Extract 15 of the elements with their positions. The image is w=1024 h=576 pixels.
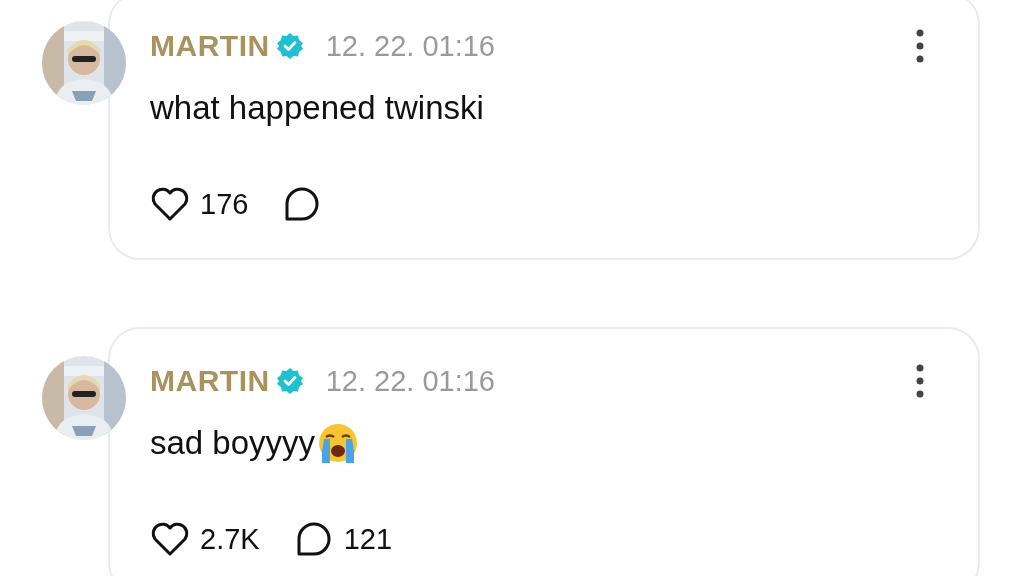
comment-icon[interactable]	[284, 186, 321, 222]
like-count: 176	[200, 187, 249, 221]
reply-count: 121	[343, 522, 393, 556]
post-time: 12. 22. 01:16	[325, 29, 495, 63]
more-icon[interactable]	[916, 29, 924, 63]
heart-icon[interactable]	[150, 521, 190, 557]
author-name[interactable]: MARTIN	[150, 29, 270, 63]
post-time: 12. 22. 01:16	[325, 364, 495, 398]
comment-icon[interactable]	[295, 521, 332, 557]
heart-icon[interactable]	[150, 186, 190, 222]
more-icon[interactable]	[916, 364, 924, 398]
post-text: sad boyyyy	[150, 424, 316, 462]
post-text: what happened twinski	[150, 89, 484, 127]
author-name[interactable]: MARTIN	[150, 364, 270, 398]
like-count: 2.7K	[200, 522, 260, 556]
